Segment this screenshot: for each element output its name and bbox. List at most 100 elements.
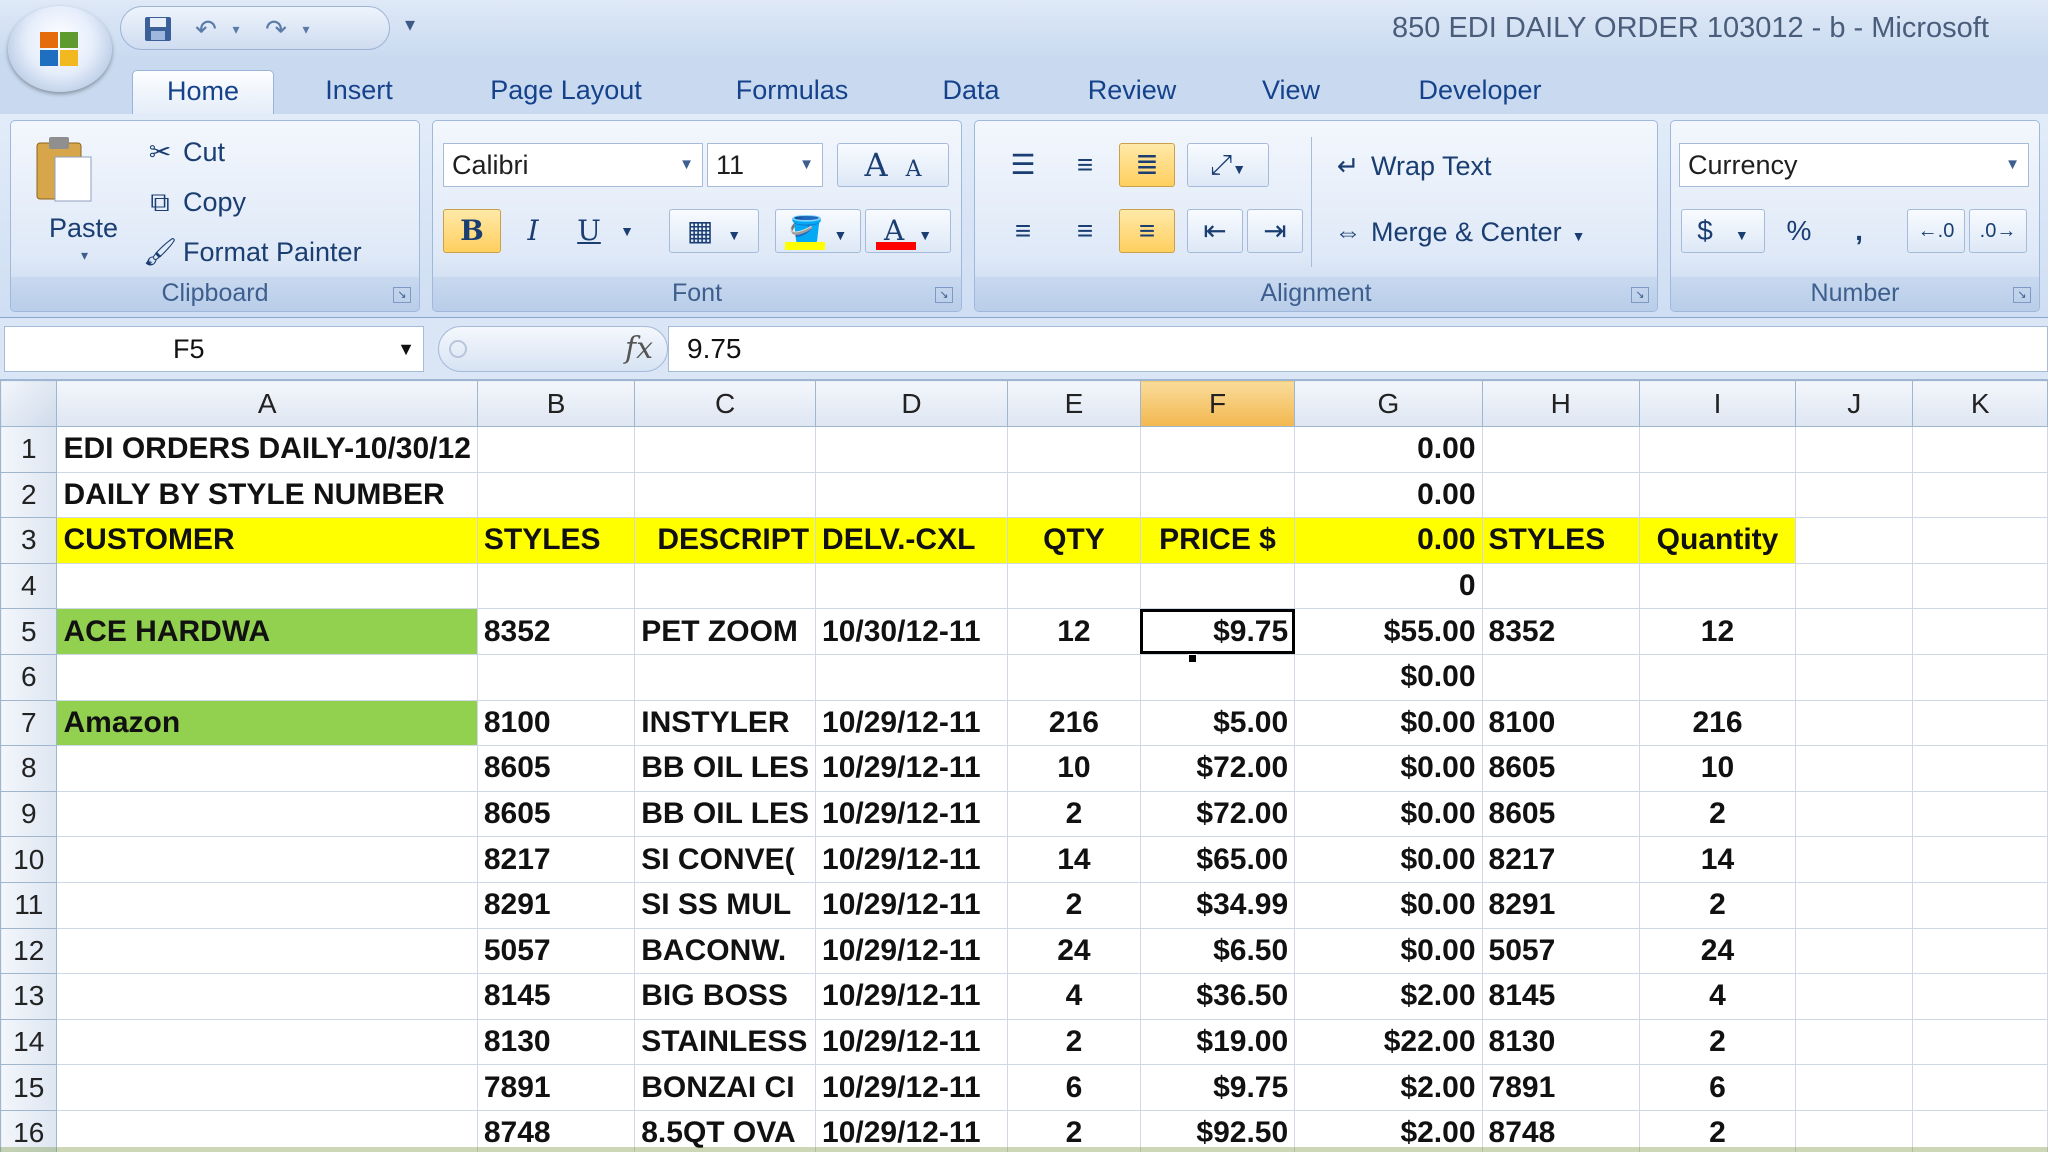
cell-j16[interactable] [1795, 1109, 1914, 1152]
cell-g4[interactable]: 0 [1294, 562, 1483, 610]
cell-d13[interactable]: 10/29/12-11 [815, 973, 1008, 1020]
cell-i11[interactable]: 2 [1638, 881, 1797, 929]
fill-color-button[interactable]: 🪣 ▼ [775, 209, 861, 253]
cell-j1[interactable] [1795, 426, 1914, 473]
cell-i10[interactable]: 14 [1638, 836, 1797, 883]
row-header[interactable]: 10 [0, 836, 58, 883]
row-header[interactable]: 7 [0, 699, 58, 747]
redo-icon[interactable]: ↷ [261, 15, 291, 43]
cell-e3[interactable]: QTY [1006, 517, 1141, 564]
cell-g8[interactable]: $0.00 [1294, 745, 1483, 792]
cell-e13[interactable]: 4 [1006, 973, 1141, 1020]
row-header[interactable]: 13 [0, 973, 58, 1020]
cell-c6[interactable] [634, 653, 817, 701]
chevron-down-icon[interactable]: ▼ [397, 327, 415, 371]
cell-j9[interactable] [1795, 790, 1914, 838]
cell-c15[interactable]: BONZAI CI [634, 1064, 817, 1111]
cell-c5[interactable]: PET ZOOM [634, 608, 817, 655]
increase-decimal-icon[interactable]: ←.0 [1907, 209, 1965, 253]
cell-c1[interactable] [634, 426, 817, 473]
cell-j5[interactable] [1795, 608, 1914, 655]
cell-f3[interactable]: PRICE $ [1139, 517, 1296, 564]
cell-f2[interactable] [1139, 471, 1296, 519]
cell-f1[interactable] [1139, 426, 1296, 473]
orientation-button[interactable]: ⤢▼ [1187, 143, 1269, 187]
cell-c2[interactable] [634, 471, 817, 519]
cell-d8[interactable]: 10/29/12-11 [815, 745, 1008, 792]
cell-i2[interactable] [1638, 471, 1797, 519]
cell-d16[interactable]: 10/29/12-11 [815, 1109, 1008, 1152]
fill-handle[interactable] [1188, 654, 1197, 663]
column-header-i[interactable]: I [1638, 380, 1797, 427]
cell-g15[interactable]: $2.00 [1294, 1064, 1483, 1111]
cell-g14[interactable]: $22.00 [1294, 1018, 1483, 1066]
cell-j14[interactable] [1795, 1018, 1914, 1066]
cell-b1[interactable] [476, 426, 636, 473]
row-header[interactable]: 11 [0, 881, 58, 929]
borders-button[interactable]: ▦ ▼ [669, 209, 759, 253]
cell-h9[interactable]: 8605 [1481, 790, 1640, 838]
cell-j13[interactable] [1795, 973, 1914, 1020]
row-header[interactable]: 2 [0, 471, 58, 519]
cell-f13[interactable]: $36.50 [1139, 973, 1296, 1020]
cell-c8[interactable]: BB OIL LES [634, 745, 817, 792]
cell-d2[interactable] [815, 471, 1008, 519]
align-bottom-button[interactable]: ≣ [1119, 143, 1175, 187]
cell-a4[interactable] [56, 562, 478, 610]
cell-g2[interactable]: 0.00 [1294, 471, 1483, 519]
row-header[interactable]: 8 [0, 745, 58, 792]
cell-j15[interactable] [1795, 1064, 1914, 1111]
cell-a3[interactable]: CUSTOMER [56, 517, 478, 564]
cell-k15[interactable] [1912, 1064, 2048, 1111]
cell-e14[interactable]: 2 [1006, 1018, 1141, 1066]
cell-c16[interactable]: 8.5QT OVA [634, 1109, 817, 1152]
cell-a16[interactable] [56, 1109, 478, 1152]
italic-button[interactable]: I [507, 209, 559, 253]
row-header[interactable]: 14 [0, 1018, 58, 1066]
cell-c10[interactable]: SI CONVE( [634, 836, 817, 883]
cell-i3[interactable]: Quantity [1638, 517, 1797, 564]
cell-i15[interactable]: 6 [1638, 1064, 1797, 1111]
decrease-indent-button[interactable]: ⇤ [1187, 209, 1243, 253]
cell-e12[interactable]: 24 [1006, 927, 1141, 975]
cell-a12[interactable] [56, 927, 478, 975]
column-header-e[interactable]: E [1006, 380, 1141, 427]
cell-c11[interactable]: SI SS MUL [634, 881, 817, 929]
cell-e16[interactable]: 2 [1006, 1109, 1141, 1152]
cell-i16[interactable]: 2 [1638, 1109, 1797, 1152]
cell-e7[interactable]: 216 [1006, 699, 1141, 747]
number-format-field[interactable]: Currency ▼ [1679, 143, 2029, 187]
cell-h3[interactable]: STYLES [1481, 517, 1640, 564]
cell-i12[interactable]: 24 [1638, 927, 1797, 975]
cell-j2[interactable] [1795, 471, 1914, 519]
cell-h16[interactable]: 8748 [1481, 1109, 1640, 1152]
cell-a10[interactable] [56, 836, 478, 883]
cell-k4[interactable] [1912, 562, 2048, 610]
cell-a14[interactable] [56, 1018, 478, 1066]
cell-k7[interactable] [1912, 699, 2048, 747]
cell-b4[interactable] [476, 562, 636, 610]
bold-button[interactable]: B [443, 209, 501, 253]
column-header-h[interactable]: H [1481, 380, 1640, 427]
cell-c12[interactable]: BACONW. [634, 927, 817, 975]
cell-k2[interactable] [1912, 471, 2048, 519]
cell-g5[interactable]: $55.00 [1294, 608, 1483, 655]
cell-e8[interactable]: 10 [1006, 745, 1141, 792]
tab-review[interactable]: Review [1070, 70, 1194, 114]
cell-k12[interactable] [1912, 927, 2048, 975]
cell-i9[interactable]: 2 [1638, 790, 1797, 838]
cell-a5[interactable]: ACE HARDWA [56, 608, 478, 655]
format-painter-button[interactable]: 🖌 Format Painter [143, 236, 362, 268]
cell-i7[interactable]: 216 [1638, 699, 1797, 747]
increase-indent-button[interactable]: ⇥ [1247, 209, 1303, 253]
cell-h11[interactable]: 8291 [1481, 881, 1640, 929]
column-header-c[interactable]: C [634, 380, 817, 427]
cell-h10[interactable]: 8217 [1481, 836, 1640, 883]
row-header[interactable]: 4 [0, 562, 58, 610]
cell-b14[interactable]: 8130 [476, 1018, 636, 1066]
cell-a11[interactable] [56, 881, 478, 929]
cell-j3[interactable] [1795, 517, 1914, 564]
column-header-a[interactable]: A [56, 380, 478, 427]
tab-data[interactable]: Data [925, 70, 1017, 114]
cell-b6[interactable] [476, 653, 636, 701]
